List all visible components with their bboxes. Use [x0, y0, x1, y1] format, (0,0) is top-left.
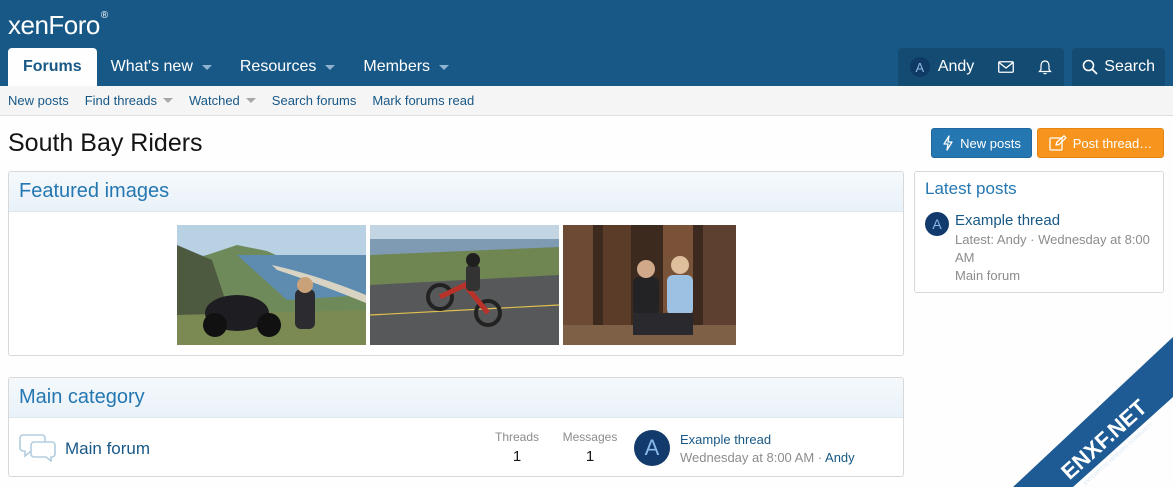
watermark-banner: ENXF.NET ENTERPRISE XENFORO COMMUNITY: [1013, 337, 1173, 487]
featured-photos: [177, 225, 736, 345]
sub-nav: New posts Find threads Watched Search fo…: [0, 86, 1173, 116]
featured-images-panel: Featured images: [8, 171, 904, 356]
bolt-icon: [943, 135, 953, 151]
featured-photo[interactable]: [177, 225, 366, 345]
user-nav-group: A Andy: [897, 48, 1065, 86]
inbox-button[interactable]: [986, 48, 1026, 86]
tab-members[interactable]: Members: [349, 48, 463, 86]
tab-resources[interactable]: Resources: [226, 48, 349, 86]
main-category-panel: Main category Main forum Threads 1 Messa…: [8, 377, 904, 477]
chevron-down-icon[interactable]: [162, 98, 173, 103]
avatar: A: [909, 57, 930, 77]
threads-stat: Threads 1: [495, 430, 540, 465]
forum-link[interactable]: Main forum: [65, 439, 150, 459]
chevron-down-icon[interactable]: [201, 64, 212, 70]
search-button[interactable]: Search: [1072, 48, 1165, 86]
main-nav: Forums What's new Resources Members: [0, 48, 463, 86]
last-post-time[interactable]: Wednesday at 8:00 AM: [680, 450, 814, 465]
last-post-meta: Wednesday at 8:00 AM · Andy: [680, 450, 855, 465]
post-thread-button[interactable]: Post thread…: [1037, 128, 1164, 158]
subnav-find-threads[interactable]: Find threads: [85, 93, 173, 108]
user-name: Andy: [937, 58, 975, 75]
meta-separator: ·: [814, 450, 826, 465]
messages-stat: Messages 1: [562, 430, 618, 465]
chevron-down-icon[interactable]: [439, 64, 450, 70]
featured-images-header: Featured images: [9, 172, 903, 212]
chevron-down-icon[interactable]: [245, 98, 256, 103]
tab-forums[interactable]: Forums: [8, 48, 97, 86]
user-nav: A Andy Search: [897, 48, 1165, 86]
avatar[interactable]: A: [634, 430, 670, 466]
subnav-mark-read[interactable]: Mark forums read: [372, 93, 474, 108]
last-thread-link[interactable]: Example thread: [680, 432, 771, 447]
page-title: South Bay Riders: [8, 129, 203, 157]
envelope-icon: [998, 61, 1015, 73]
latest-thread-link[interactable]: Example thread: [955, 212, 1160, 229]
edit-icon: [1049, 135, 1067, 151]
chat-bubbles-icon: [19, 434, 56, 462]
search-icon: [1082, 59, 1098, 75]
latest-posts-panel: Latest posts A Example thread Latest: An…: [914, 171, 1164, 293]
avatar[interactable]: A: [925, 212, 949, 236]
featured-photo[interactable]: [370, 225, 559, 345]
featured-photo[interactable]: [563, 225, 736, 345]
latest-post-forum[interactable]: Main forum: [955, 267, 1160, 285]
last-post-user[interactable]: Andy: [825, 450, 855, 465]
subnav-watched[interactable]: Watched: [189, 93, 256, 108]
latest-posts-header[interactable]: Latest posts: [915, 172, 1163, 206]
new-posts-button[interactable]: New posts: [931, 128, 1032, 158]
bell-icon: [1038, 59, 1052, 74]
site-header: xenForo® Forums What's new Resources Mem…: [0, 0, 1173, 86]
forum-row: Main forum Threads 1 Messages 1 A Exampl…: [9, 419, 903, 477]
latest-post-item: A Example thread Latest: Andy · Wednesda…: [925, 212, 1160, 285]
alerts-button[interactable]: [1026, 48, 1064, 86]
chevron-down-icon[interactable]: [325, 64, 336, 70]
account-button[interactable]: A Andy: [898, 48, 986, 86]
tab-whats-new[interactable]: What's new: [97, 48, 226, 86]
category-header[interactable]: Main category: [9, 378, 903, 418]
latest-post-info: Example thread Latest: Andy · Wednesday …: [955, 212, 1160, 285]
site-logo[interactable]: xenForo®: [8, 10, 108, 41]
latest-post-meta: Latest: Andy · Wednesday at 8:00 AM: [955, 232, 1150, 265]
subnav-search-forums[interactable]: Search forums: [272, 93, 357, 108]
subnav-new-posts[interactable]: New posts: [8, 93, 69, 108]
